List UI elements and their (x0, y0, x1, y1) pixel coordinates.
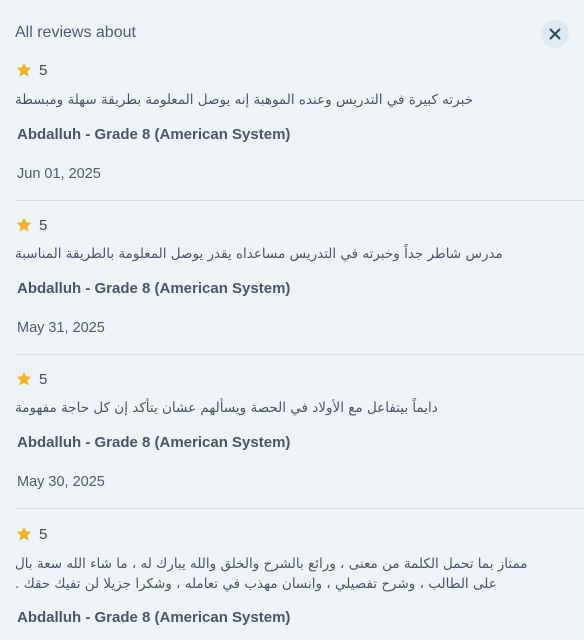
review-card: 5 ممتاز بما تحمل الكلمة من معنى ، ورائع … (15, 524, 584, 640)
rating: 5 (15, 60, 47, 80)
reviewer-name: Abdalluh - Grade 8 (American System) (17, 609, 291, 626)
review-comment: ممتاز بما تحمل الكلمة من معنى ، ورائع با… (15, 556, 528, 592)
review-card: 5 خبرته كبيرة في التدريس وعنده الموهبة إ… (15, 60, 584, 201)
rating-value: 5 (39, 61, 48, 79)
dialog-header: All reviews about (0, 0, 584, 68)
rating: 5 (15, 524, 47, 544)
rating: 5 (15, 215, 47, 235)
reviewer-name: Abdalluh - Grade 8 (American System) (17, 434, 291, 451)
reviewer-name: Abdalluh - Grade 8 (American System) (17, 280, 291, 297)
rating-value: 5 (39, 525, 48, 543)
review-card: 5 دايماً بيتفاعل مع الأولاد في الحصة ويس… (15, 369, 584, 509)
dialog-title: All reviews about (15, 24, 136, 41)
rating: 5 (15, 369, 47, 389)
close-icon (549, 28, 561, 40)
star-icon (16, 62, 32, 77)
rating-value: 5 (39, 216, 48, 234)
star-icon (16, 217, 32, 232)
review-card: 5 مدرس شاطر جداً وخبرته في التدريس مساعد… (15, 215, 584, 355)
review-date: Jun 01, 2025 (17, 166, 101, 182)
rating-value: 5 (39, 370, 48, 388)
review-comment: مدرس شاطر جداً وخبرته في التدريس مساعداه… (15, 246, 503, 262)
review-comment: خبرته كبيرة في التدريس وعنده الموهبة إنه… (15, 92, 474, 108)
review-date: May 30, 2025 (17, 474, 105, 490)
star-icon (16, 371, 32, 386)
review-date: May 31, 2025 (17, 320, 105, 336)
reviewer-name: Abdalluh - Grade 8 (American System) (17, 126, 291, 143)
star-icon (16, 526, 32, 541)
review-comment: دايماً بيتفاعل مع الأولاد في الحصة ويسأل… (15, 400, 438, 416)
close-button[interactable] (541, 20, 569, 48)
